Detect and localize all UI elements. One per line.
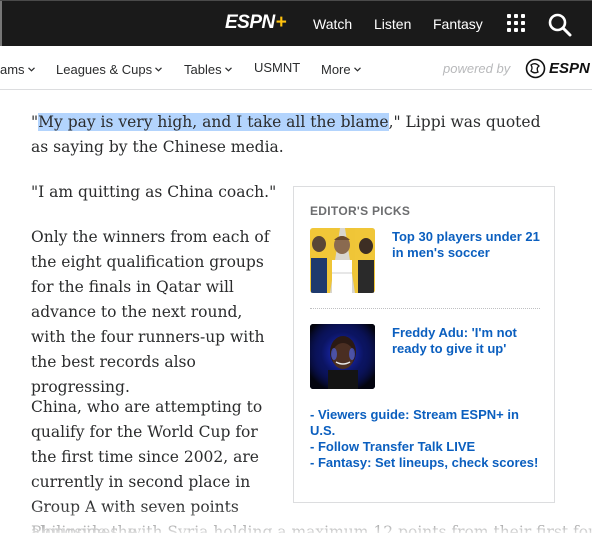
pick-thumbnail-freddy-adu[interactable]: [310, 324, 375, 389]
link-transfer-talk[interactable]: - Follow Transfer Talk LIVE: [310, 439, 540, 455]
search-icon[interactable]: [547, 12, 573, 38]
logo-text: ESPN: [225, 12, 275, 33]
top-nav-bar: ESPN+ Watch Listen Fantasy: [0, 0, 592, 47]
apps-grid-icon[interactable]: [507, 14, 525, 32]
editors-picks-title: EDITOR'S PICKS: [310, 204, 411, 218]
subnav-more-label: More: [321, 62, 351, 77]
chevron-down-icon: [155, 60, 163, 76]
chevron-down-icon: [27, 60, 35, 76]
picks-divider: [310, 308, 540, 309]
article-paragraph-5: Philippines, with Syria holding a maximu…: [31, 523, 592, 533]
nav-listen[interactable]: Listen: [374, 15, 411, 33]
chevron-down-icon: [353, 60, 361, 76]
article-paragraph-3: Only the winners from each of the eight …: [31, 228, 270, 396]
pick-link-freddy-adu[interactable]: Freddy Adu: 'I'm not ready to give it up…: [392, 325, 542, 357]
nav-fantasy[interactable]: Fantasy: [433, 15, 483, 33]
chevron-down-icon: [224, 60, 232, 76]
subnav-leagues-label: Leagues & Cups: [56, 62, 153, 77]
pick-link-top-30-players[interactable]: Top 30 players under 21 in men's soccer: [392, 229, 542, 261]
highlighted-quote: My pay is very high, and I take all the …: [38, 113, 389, 131]
link-viewers-guide[interactable]: - Viewers guide: Stream ESPN+ in U.S.: [310, 407, 540, 439]
powered-by-label: powered by: [443, 61, 511, 76]
subnav-tables-label: Tables: [184, 62, 222, 77]
subnav-teams-label: ams: [0, 62, 25, 77]
editors-picks-box: EDITOR'S PICKS Top 30 players under 21 i…: [293, 186, 555, 503]
logo-plus: +: [275, 12, 287, 33]
picks-extra-links: - Viewers guide: Stream ESPN+ in U.S. - …: [310, 407, 540, 471]
nav-watch[interactable]: Watch: [313, 15, 352, 33]
subnav-leagues-cups[interactable]: Leagues & Cups: [56, 60, 163, 78]
article-paragraph-4: China, who are attempting to qualify for…: [31, 398, 263, 533]
subnav-usmnt[interactable]: USMNT: [254, 60, 300, 76]
subnav-tables[interactable]: Tables: [184, 60, 232, 78]
link-fantasy[interactable]: - Fantasy: Set lineups, check scores!: [310, 455, 540, 471]
pick-thumbnail-players[interactable]: [310, 228, 375, 293]
subnav-teams[interactable]: ams: [0, 60, 35, 78]
article-paragraph-2: "I am quitting as China coach.": [31, 183, 277, 201]
sub-nav-bar: ams Leagues & Cups Tables USMNT More pow…: [0, 46, 592, 90]
subnav-more[interactable]: More: [321, 60, 361, 78]
article-paragraph-1: "My pay is very high, and I take all the…: [31, 110, 561, 160]
espn-plus-logo[interactable]: ESPN+: [225, 12, 287, 34]
window-edge: [0, 1, 2, 47]
subnav-usmnt-label: USMNT: [254, 60, 301, 75]
partner-logo-text: ESPN: [549, 60, 590, 77]
partner-logo-icon: [525, 58, 546, 79]
